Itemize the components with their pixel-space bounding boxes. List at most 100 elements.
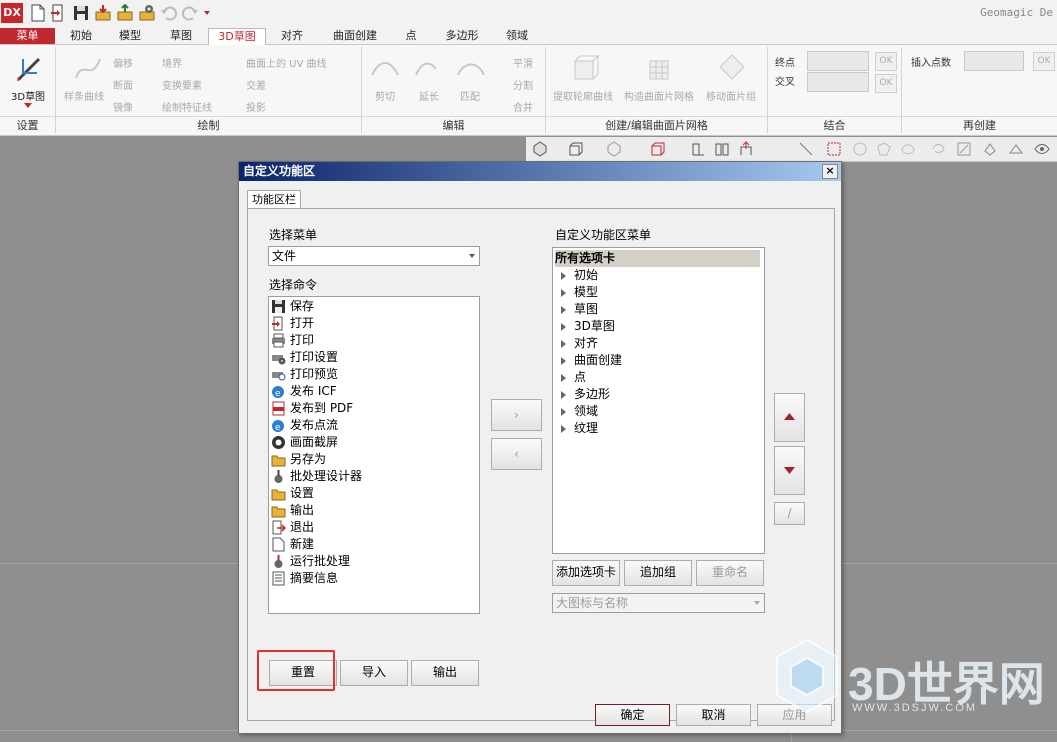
chevron-down-icon[interactable] bbox=[24, 103, 32, 109]
extend-label[interactable]: 延长 bbox=[419, 88, 439, 103]
move-right-button[interactable]: › bbox=[491, 399, 542, 431]
endpoint-field[interactable] bbox=[807, 51, 869, 71]
tab-points[interactable]: 点 bbox=[393, 28, 429, 44]
tree-item[interactable]: 领域 bbox=[555, 403, 598, 420]
rect-select-icon[interactable] bbox=[826, 141, 842, 157]
list-item[interactable]: 摘要信息 bbox=[271, 570, 338, 587]
list-item[interactable]: 打开 bbox=[271, 315, 314, 332]
select-menu-dropdown[interactable]: 文件 bbox=[268, 246, 480, 266]
select-shape-icon[interactable] bbox=[532, 141, 548, 157]
build-patch-icon[interactable] bbox=[645, 53, 675, 83]
tab-3d-sketch[interactable]: 3D草图 bbox=[208, 28, 266, 45]
move-left-button[interactable]: ‹ bbox=[491, 438, 542, 470]
tree-item[interactable]: 草图 bbox=[555, 301, 598, 318]
export-button[interactable]: 输出 bbox=[411, 660, 479, 686]
view-arrow-icon[interactable] bbox=[738, 141, 754, 157]
move-up-button[interactable] bbox=[774, 393, 805, 442]
tab-initial[interactable]: 初始 bbox=[58, 28, 104, 44]
spline-icon[interactable] bbox=[73, 53, 103, 83]
list-item[interactable]: 运行批处理 bbox=[271, 553, 350, 570]
extract-curve-icon[interactable] bbox=[570, 53, 600, 83]
intersection-field[interactable] bbox=[807, 72, 869, 92]
split-label[interactable]: 分割 bbox=[513, 77, 533, 92]
tab-surface-create[interactable]: 曲面创建 bbox=[322, 28, 388, 44]
intersection-ok-button[interactable]: OK bbox=[875, 74, 897, 93]
move-down-button[interactable] bbox=[774, 446, 805, 495]
tab-model[interactable]: 模型 bbox=[107, 28, 153, 44]
surface-uv-label[interactable]: 曲面上的 UV 曲线 bbox=[246, 55, 327, 70]
rename-button[interactable]: 重命名 bbox=[696, 560, 764, 586]
expand-icon[interactable] bbox=[561, 407, 566, 416]
move-patch-icon[interactable] bbox=[717, 53, 747, 83]
tab-menu[interactable]: 菜单 bbox=[0, 28, 55, 44]
list-item[interactable]: e 发布 ICF bbox=[271, 383, 337, 400]
mirror-label[interactable]: 镜像 bbox=[113, 99, 133, 114]
tree-item[interactable]: 初始 bbox=[555, 267, 598, 284]
3d-sketch-icon[interactable] bbox=[13, 53, 45, 85]
extend-icon[interactable] bbox=[414, 55, 444, 81]
add-group-button[interactable]: 追加组 bbox=[624, 560, 692, 586]
move-patch-label[interactable]: 移动面片组 bbox=[706, 88, 756, 103]
brush-select-icon[interactable] bbox=[956, 141, 972, 157]
line-select-icon[interactable] bbox=[798, 141, 814, 157]
expand-icon[interactable] bbox=[561, 424, 566, 433]
list-item[interactable]: 输出 bbox=[271, 502, 314, 519]
expand-icon[interactable] bbox=[561, 288, 566, 297]
ok-button[interactable]: 确定 bbox=[595, 704, 670, 726]
extend-select-icon[interactable] bbox=[1008, 141, 1024, 157]
plane-icon[interactable] bbox=[690, 141, 706, 157]
tree-item[interactable]: 多边形 bbox=[555, 386, 610, 403]
list-item[interactable]: 设置 bbox=[271, 485, 314, 502]
list-item[interactable]: e 发布点流 bbox=[271, 417, 338, 434]
3d-sketch-button-label[interactable]: 3D草图 bbox=[11, 88, 45, 103]
trim-icon[interactable] bbox=[370, 55, 400, 81]
list-item[interactable]: 画面截屏 bbox=[271, 434, 338, 451]
circle-select-icon[interactable] bbox=[852, 141, 868, 157]
eye-icon[interactable] bbox=[1034, 141, 1050, 157]
list-item[interactable]: 发布到 PDF bbox=[271, 400, 353, 417]
save-icon[interactable] bbox=[72, 4, 90, 22]
list-item[interactable]: 打印设置 bbox=[271, 349, 338, 366]
insert-points-field[interactable] bbox=[964, 51, 1024, 71]
cancel-button[interactable]: 取消 bbox=[676, 704, 751, 726]
match-icon[interactable] bbox=[456, 55, 486, 81]
trim-label[interactable]: 剪切 bbox=[375, 88, 395, 103]
list-item[interactable]: 新建 bbox=[271, 536, 314, 553]
offset-label[interactable]: 偏移 bbox=[113, 55, 133, 70]
polygon-select-icon[interactable] bbox=[876, 141, 892, 157]
tree-item[interactable]: 纹理 bbox=[555, 420, 598, 437]
spline-label[interactable]: 样条曲线 bbox=[64, 88, 104, 103]
insert-points-ok-button[interactable]: OK bbox=[1033, 52, 1055, 71]
list-item[interactable]: 打印预览 bbox=[271, 366, 338, 383]
box-red-icon[interactable] bbox=[650, 141, 666, 157]
lasso-select-icon[interactable] bbox=[930, 141, 946, 157]
app-logo[interactable]: DX bbox=[1, 3, 23, 23]
section-label[interactable]: 断面 bbox=[113, 77, 133, 92]
close-button[interactable]: × bbox=[822, 164, 838, 179]
cube-view-icon[interactable] bbox=[568, 141, 584, 157]
tab-sketch[interactable]: 草图 bbox=[157, 28, 205, 44]
endpoint-ok-button[interactable]: OK bbox=[875, 52, 897, 71]
list-item[interactable]: 打印 bbox=[271, 332, 314, 349]
tree-item[interactable]: 对齐 bbox=[555, 335, 598, 352]
mirror-view-icon[interactable] bbox=[714, 141, 730, 157]
import-button[interactable]: 导入 bbox=[340, 660, 408, 686]
freeform-select-icon[interactable] bbox=[900, 141, 916, 157]
tree-item[interactable]: 曲面创建 bbox=[555, 352, 622, 369]
tree-item[interactable]: 点 bbox=[555, 369, 586, 386]
new-file-icon[interactable] bbox=[29, 4, 47, 22]
customize-dropdown-icon[interactable] bbox=[202, 4, 212, 22]
tab-polygon[interactable]: 多边形 bbox=[434, 28, 490, 44]
intersect-label[interactable]: 交差 bbox=[246, 77, 266, 92]
list-item[interactable]: 批处理设计器 bbox=[271, 468, 362, 485]
extract-curve-label[interactable]: 提取轮廓曲线 bbox=[553, 88, 613, 103]
list-item[interactable]: 保存 bbox=[271, 298, 314, 315]
paint-select-icon[interactable] bbox=[982, 141, 998, 157]
display-style-dropdown[interactable]: 大图标与名称 bbox=[552, 593, 765, 613]
convert-label[interactable]: 变换要素 bbox=[162, 77, 202, 92]
open-file-icon[interactable] bbox=[50, 4, 68, 22]
undo-icon[interactable] bbox=[160, 4, 178, 22]
ribbon-tree[interactable]: 所有选项卡 初始 模型 草图 3D草图 对齐 曲面创建 点 多边形 领域 纹理 bbox=[552, 247, 765, 554]
merge-label[interactable]: 合并 bbox=[513, 99, 533, 114]
expand-icon[interactable] bbox=[561, 322, 566, 331]
